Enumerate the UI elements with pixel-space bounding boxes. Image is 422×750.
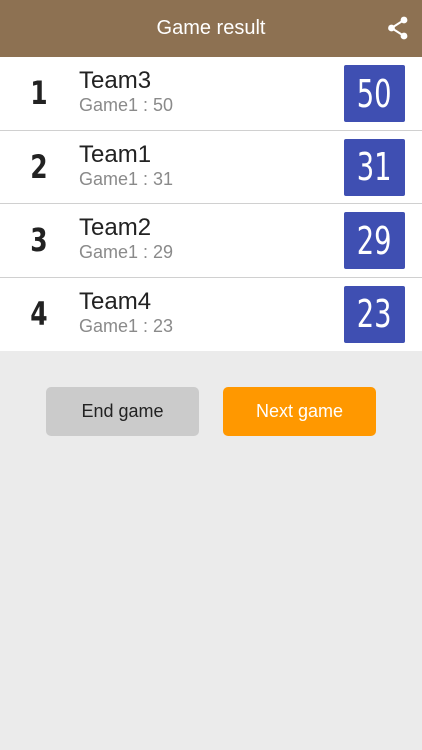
rank-number: 4 <box>30 295 48 334</box>
next-game-button[interactable]: Next game <box>223 387 376 436</box>
end-game-button[interactable]: End game <box>46 387 199 436</box>
score-badge: 31 <box>344 138 405 196</box>
page-title: Game result <box>156 17 266 39</box>
team-name: Team4 <box>79 287 152 315</box>
app-header: Game result <box>0 0 422 57</box>
result-row: 3 Team2 Game1 : 29 29 <box>0 204 422 278</box>
result-row: 1 Team3 Game1 : 50 50 <box>0 57 422 131</box>
rank-number: 2 <box>30 147 48 186</box>
share-icon <box>388 16 408 40</box>
rank-number: 1 <box>30 74 48 113</box>
rank-number: 3 <box>30 221 48 260</box>
team-name: Team3 <box>79 67 152 94</box>
score-value: 50 <box>357 71 392 116</box>
score-badge: 23 <box>344 285 405 343</box>
score-value: 29 <box>357 218 392 263</box>
result-row: 2 Team1 Game1 : 31 31 <box>0 130 422 204</box>
team-name: Team2 <box>79 214 152 241</box>
results-list: 1 Team3 Game1 : 50 50 2 Team1 Game1 : 31… <box>0 57 422 351</box>
game-score-detail: Game1 : 31 <box>79 168 174 189</box>
score-value: 23 <box>357 292 392 336</box>
score-badge: 29 <box>344 212 405 269</box>
team-name: Team1 <box>79 140 152 168</box>
score-badge: 50 <box>344 65 405 122</box>
result-row: 4 Team4 Game1 : 23 23 <box>0 277 422 351</box>
share-button[interactable] <box>386 15 410 41</box>
game-score-detail: Game1 : 50 <box>79 95 174 115</box>
game-score-detail: Game1 : 29 <box>79 242 174 262</box>
score-value: 31 <box>357 145 392 189</box>
game-score-detail: Game1 : 23 <box>79 315 174 336</box>
